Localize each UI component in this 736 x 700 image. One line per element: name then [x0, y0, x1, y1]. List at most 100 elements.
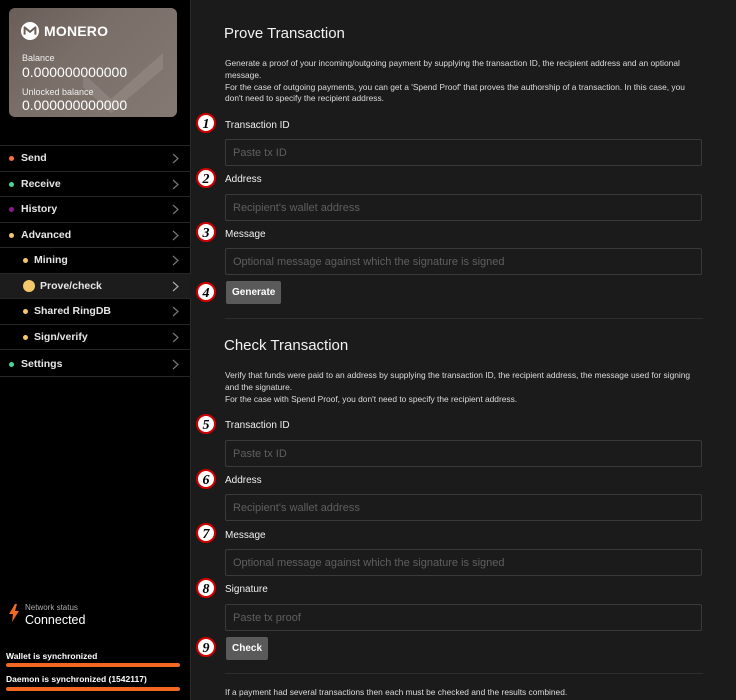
menu-item-label: Shared RingDB [34, 305, 112, 317]
check-description-line-2: For the case with Spend Proof, you don't… [225, 393, 518, 404]
chevron-right-icon [172, 332, 179, 342]
badge-7-icon: 7 [196, 523, 216, 543]
menu-item-sign-verify[interactable]: Sign/verify [0, 323, 191, 350]
badge-1-icon: 1 [196, 113, 216, 133]
check-button[interactable]: Check [226, 637, 269, 660]
footer-note: If a payment had several transactions th… [225, 687, 568, 697]
menu-item-label: History [21, 203, 58, 215]
daemon-sync-progress [6, 687, 180, 691]
badge-3-number: 3 [202, 226, 210, 241]
advanced-dot-icon [9, 232, 14, 238]
menu-item-send[interactable]: Send [0, 145, 191, 171]
settings-dot-icon [9, 362, 14, 367]
shared-ringdb-dot-icon [23, 309, 28, 314]
menu-item-prove-check[interactable]: Prove/check [0, 272, 191, 298]
chevron-right-icon [172, 281, 179, 291]
badge-6-icon: 6 [196, 469, 216, 489]
history-dot-icon [9, 207, 14, 212]
menu-item-label: Send [21, 152, 47, 164]
sign-verify-dot-icon [23, 334, 28, 340]
navigation-menu: Send Receive History Advanced Mining Pro… [0, 145, 191, 377]
wallet-sync-progress [6, 663, 180, 667]
check-txid-label: Transaction ID [225, 420, 290, 431]
prove-check-dot-icon [23, 279, 35, 292]
prove-description-line-2: For the case of outgoing payments, you c… [225, 81, 685, 104]
send-dot-icon [9, 156, 14, 161]
unlocked-balance-value: 0.000000000000 [22, 97, 128, 113]
badge-9-number: 9 [203, 641, 210, 656]
check-signature-label: Signature [225, 584, 268, 595]
badge-6-number: 6 [203, 473, 210, 488]
menu-item-settings[interactable]: Settings [0, 349, 191, 377]
chevron-right-icon [172, 230, 179, 240]
balance-label: Balance [22, 53, 55, 63]
badge-8-icon: 8 [196, 578, 216, 598]
receive-dot-icon [9, 181, 14, 187]
check-message-label: Message [225, 530, 266, 541]
check-description: Verify that funds were paid to an addres… [225, 370, 703, 405]
daemon-sync-label: Daemon is synchronized (1542117) [6, 674, 147, 684]
chevron-right-icon [172, 359, 179, 370]
main-panel: Prove Transaction Generate a proof of yo… [192, 0, 736, 700]
wallet-name: MONERO [44, 23, 109, 39]
check-address-label: Address [225, 475, 262, 486]
balance-value: 0.000000000000 [22, 64, 128, 80]
daemon-sync-fill [6, 687, 180, 691]
check-address-input[interactable] [225, 494, 702, 521]
chevron-right-icon [172, 204, 179, 215]
network-status-label: Network status [25, 603, 78, 612]
section-divider [225, 318, 703, 319]
menu-item-mining[interactable]: Mining [0, 247, 191, 273]
badge-8-number: 8 [203, 582, 210, 597]
prove-txid-input[interactable] [225, 139, 702, 166]
badge-5-number: 5 [203, 418, 210, 433]
prove-message-label: Message [225, 229, 266, 240]
menu-item-shared-ringdb[interactable]: Shared RingDB [0, 298, 191, 324]
network-status-value: Connected [25, 613, 86, 627]
prove-description: Generate a proof of your incoming/outgoi… [225, 58, 703, 105]
section-divider [225, 673, 703, 674]
chevron-right-icon [172, 153, 179, 164]
sidebar: MONERO Balance 0.000000000000 Unlocked b… [0, 0, 191, 700]
menu-item-label: Receive [21, 177, 61, 190]
badge-3-icon: 3 [196, 222, 216, 242]
chevron-right-icon [172, 255, 179, 266]
check-message-input[interactable] [225, 549, 702, 576]
menu-item-label: Settings [21, 358, 63, 370]
menu-item-advanced[interactable]: Advanced [0, 221, 191, 248]
badge-4-icon: 4 [196, 282, 216, 302]
check-txid-input[interactable] [225, 440, 702, 467]
badge-2-number: 2 [202, 172, 210, 187]
prove-address-label: Address [225, 174, 262, 185]
mining-dot-icon [23, 258, 28, 263]
badge-2-icon: 2 [196, 168, 216, 188]
prove-transaction-title: Prove Transaction [224, 25, 345, 42]
menu-item-receive[interactable]: Receive [0, 170, 191, 197]
badge-5-icon: 5 [196, 414, 216, 434]
wallet-card: MONERO Balance 0.000000000000 Unlocked b… [9, 8, 177, 117]
prove-txid-label: Transaction ID [225, 120, 290, 131]
check-description-line-1: Verify that funds were paid to an addres… [225, 370, 691, 392]
check-transaction-title: Check Transaction [224, 337, 349, 354]
menu-item-history[interactable]: History [0, 196, 191, 222]
chevron-right-icon [172, 179, 179, 189]
menu-item-label: Prove/check [40, 279, 102, 292]
wallet-sync-fill [6, 663, 180, 667]
prove-description-line-1: Generate a proof of your incoming/outgoi… [225, 58, 680, 80]
prove-message-input[interactable] [225, 248, 702, 275]
wallet-sync-label: Wallet is synchronized [6, 651, 98, 661]
badge-7-number: 7 [203, 527, 211, 542]
badge-4-number: 4 [202, 286, 210, 301]
badge-9-icon: 9 [196, 637, 216, 657]
unlocked-balance-label: Unlocked balance [22, 87, 94, 97]
monero-logo-icon [21, 22, 39, 40]
check-signature-input[interactable] [225, 604, 702, 631]
chevron-right-icon [172, 306, 179, 317]
prove-address-input[interactable] [225, 194, 702, 221]
menu-item-label: Mining [34, 254, 68, 266]
menu-item-label: Advanced [21, 228, 72, 241]
badge-1-number: 1 [203, 117, 210, 132]
menu-item-label: Sign/verify [34, 330, 88, 343]
lightning-icon [9, 604, 19, 622]
generate-button[interactable]: Generate [226, 281, 282, 304]
